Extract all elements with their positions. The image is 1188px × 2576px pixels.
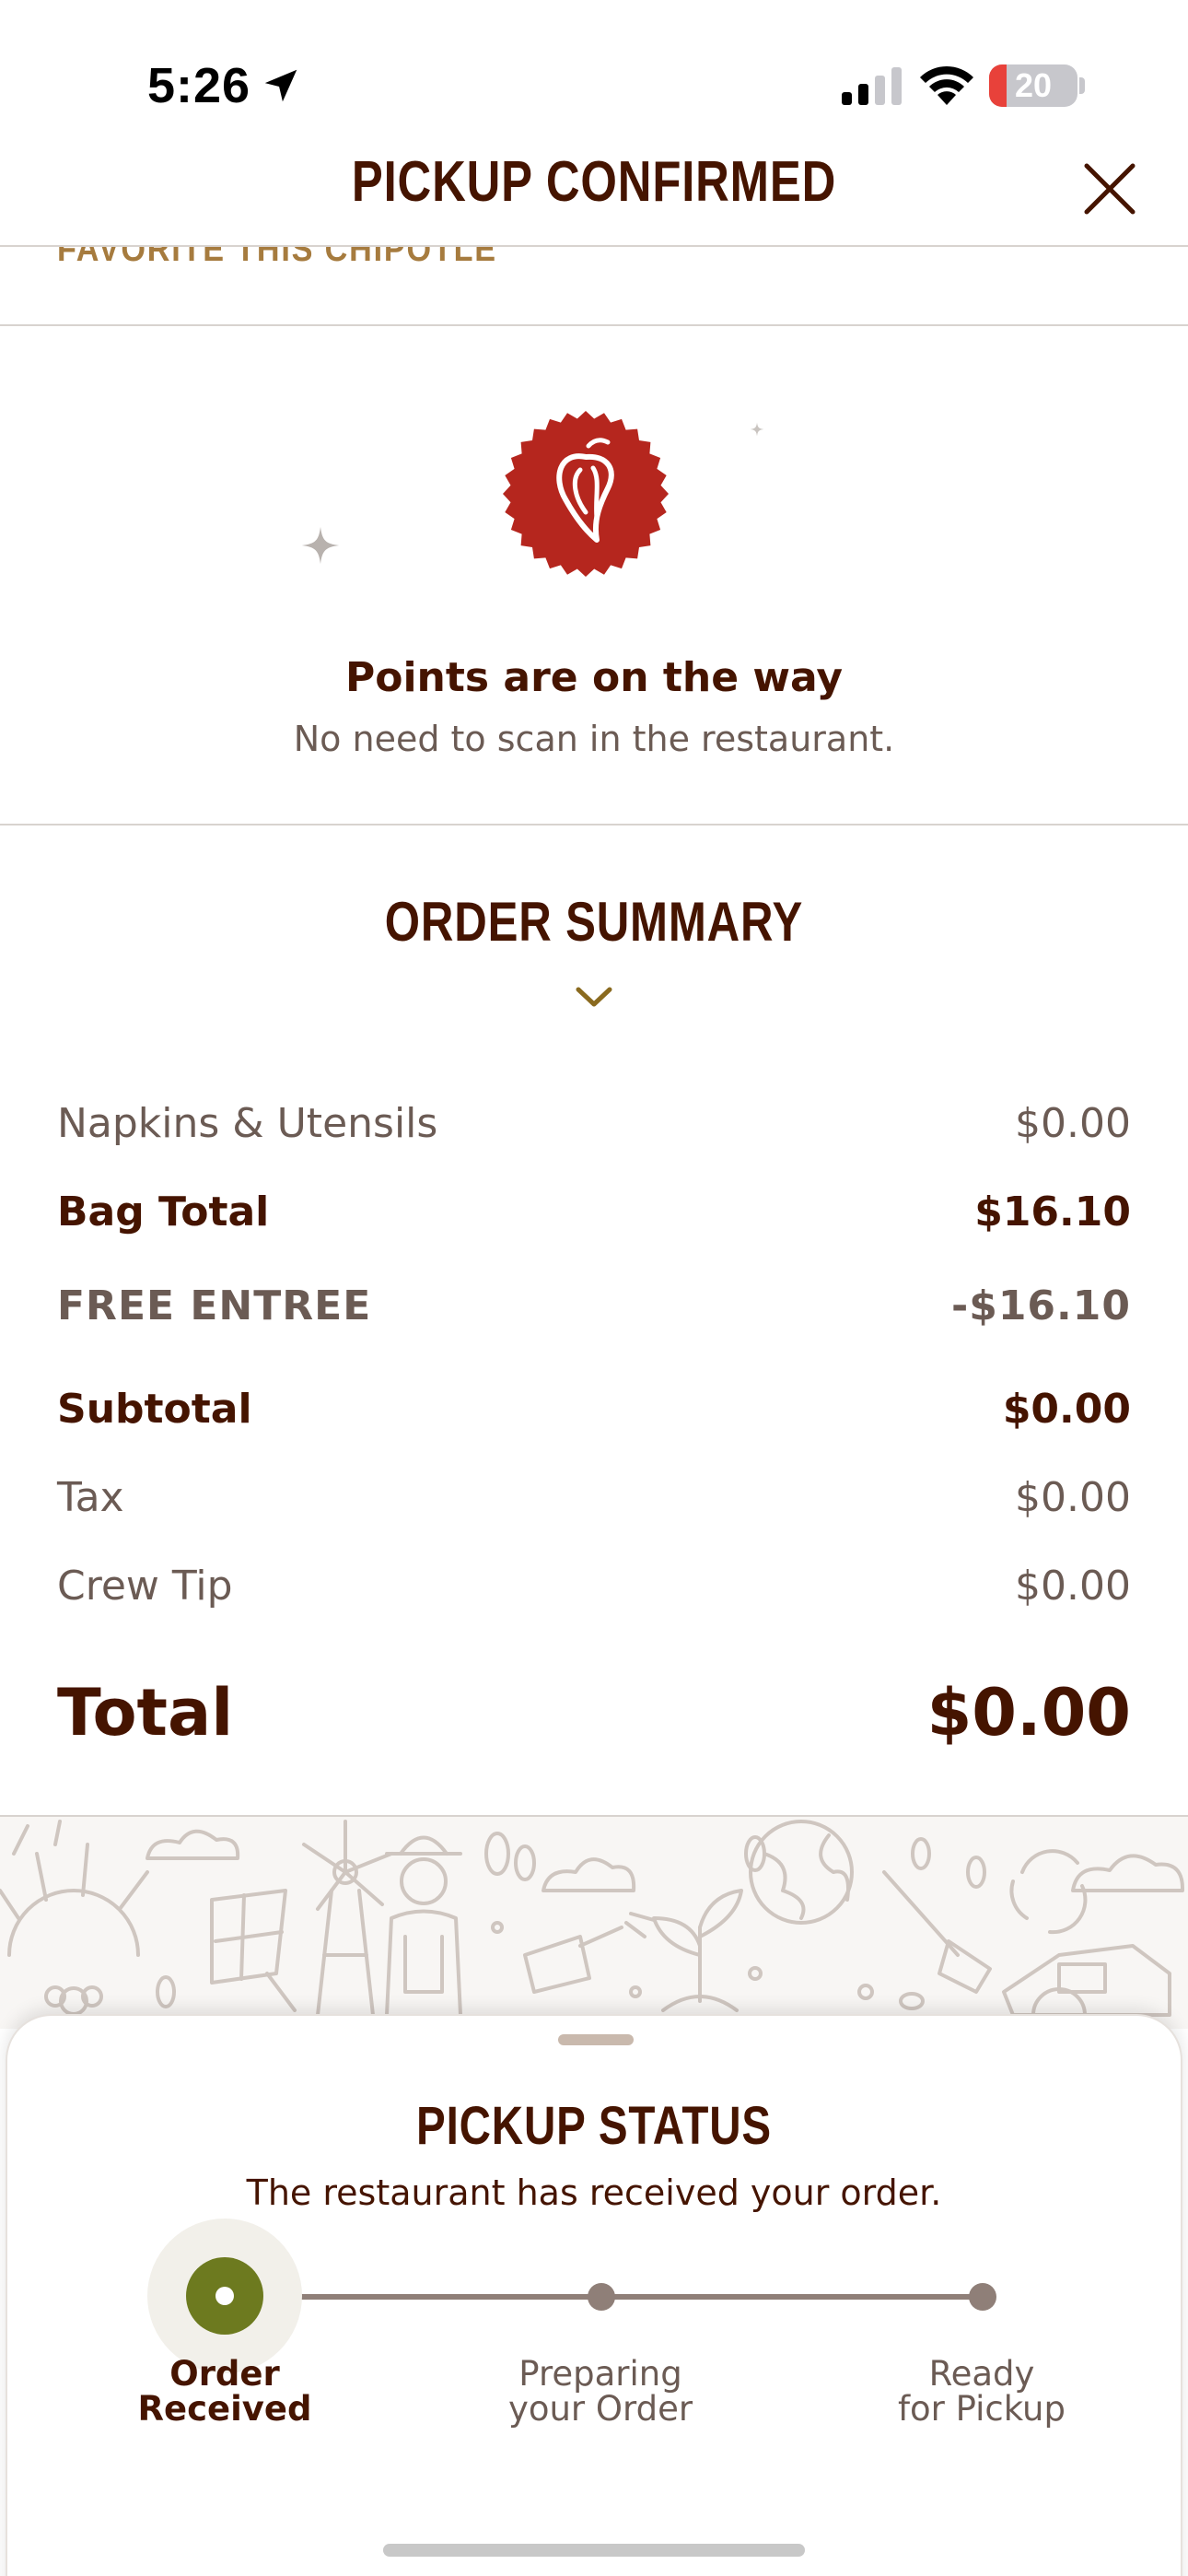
line-value: $0.00 [1015, 1474, 1131, 1521]
sparkle-icon [750, 422, 764, 437]
section-divider [0, 824, 1188, 825]
summary-line-tax: Tax $0.00 [57, 1474, 1131, 1521]
summary-line-free-entree: FREE ENTREE -$16.10 [57, 1282, 1131, 1329]
summary-line-subtotal: Subtotal $0.00 [57, 1386, 1131, 1433]
total-label: Total [57, 1675, 234, 1751]
battery-icon: 20 [989, 64, 1077, 107]
total-value: $0.00 [926, 1675, 1131, 1751]
wifi-icon [920, 65, 973, 105]
line-label: Subtotal [57, 1386, 252, 1433]
top-nav-bar: PICKUP CONFIRMED [0, 138, 1188, 247]
section-divider [0, 324, 1188, 326]
step-label-line: Preparing [518, 2354, 682, 2394]
line-label: Bag Total [57, 1188, 270, 1235]
status-step-preparing: Preparing your Order [462, 2357, 739, 2427]
status-step-dot-center [215, 2287, 234, 2305]
sparkle-icon [301, 526, 340, 565]
summary-line-napkins: Napkins & Utensils $0.00 [57, 1100, 1131, 1147]
close-button[interactable] [1077, 157, 1142, 221]
order-summary-title[interactable]: ORDER SUMMARY [107, 890, 1081, 954]
pickup-status-message: The restaurant has received your order. [246, 2172, 942, 2213]
summary-line-bag-total: Bag Total $16.10 [57, 1188, 1131, 1235]
status-step-dot [969, 2283, 996, 2311]
line-label: Napkins & Utensils [57, 1100, 438, 1147]
step-label-line: for Pickup [898, 2389, 1066, 2429]
points-subtitle: No need to scan in the restaurant. [293, 719, 895, 759]
cellular-signal-icon [842, 67, 902, 105]
chevron-down-icon[interactable] [573, 984, 615, 1012]
status-step-order-received: Order Received [87, 2357, 363, 2427]
line-value: $0.00 [1015, 1563, 1131, 1610]
home-indicator[interactable] [383, 2544, 805, 2557]
line-label: Tax [57, 1474, 124, 1521]
status-time: 5:26 [147, 58, 251, 113]
line-value: $0.00 [1015, 1100, 1131, 1147]
status-step-dot [588, 2283, 615, 2311]
line-value: -$16.10 [950, 1282, 1131, 1329]
close-icon [1084, 163, 1136, 215]
status-bar: 5:26 20 [0, 0, 1188, 138]
pickup-status-sheet[interactable]: PICKUP STATUS The restaurant has receive… [6, 2014, 1182, 2576]
summary-total: Total $0.00 [57, 1675, 1131, 1751]
line-label: FREE ENTREE [57, 1282, 372, 1329]
step-label-line: Ready [928, 2354, 1035, 2394]
step-label-line: your Order [507, 2389, 693, 2429]
step-label-line: Order [169, 2354, 280, 2394]
farm-illustration [0, 1817, 1188, 2029]
step-label-line: Received [137, 2389, 312, 2429]
pickup-status-title: PICKUP STATUS [416, 2096, 772, 2156]
line-value: $0.00 [1002, 1386, 1131, 1433]
points-title: Points are on the way [344, 654, 844, 701]
location-arrow-icon [264, 69, 297, 102]
sheet-grabber-handle[interactable] [558, 2034, 634, 2045]
status-step-ready: Ready for Pickup [844, 2357, 1120, 2427]
pickup-confirmed-screen: 5:26 20 PICKUP CONFIRMED FAVORITE THIS C… [0, 0, 1188, 2576]
line-label: Crew Tip [57, 1563, 233, 1610]
page-title: PICKUP CONFIRMED [351, 150, 837, 214]
battery-cap [1079, 77, 1085, 94]
line-value: $16.10 [974, 1188, 1131, 1235]
battery-level: 20 [1014, 66, 1053, 104]
chipotle-pepper-icon [503, 411, 669, 577]
summary-line-crew-tip: Crew Tip $0.00 [57, 1563, 1131, 1610]
